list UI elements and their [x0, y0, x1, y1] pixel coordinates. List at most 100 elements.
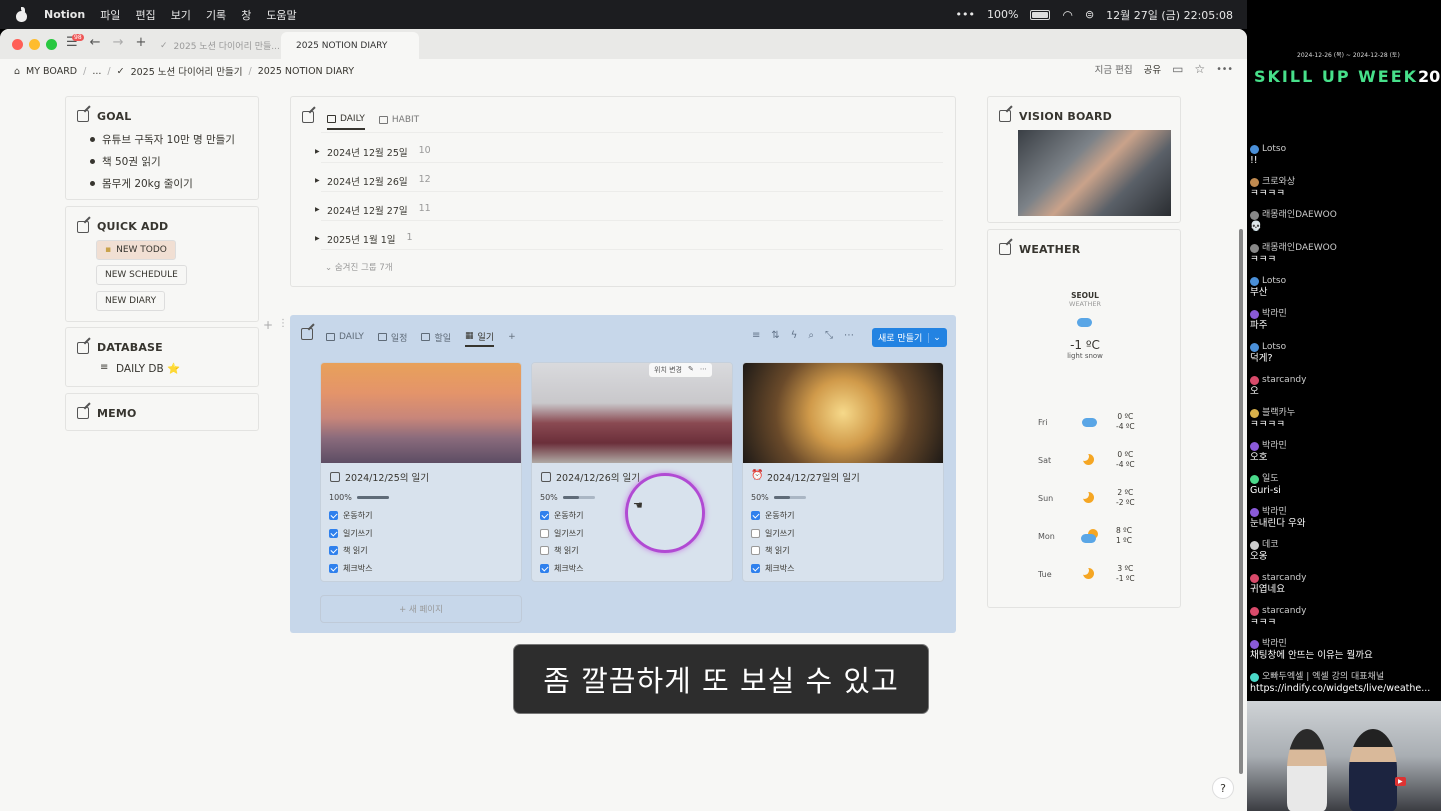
checkbox[interactable] — [540, 564, 549, 573]
checkbox-item[interactable]: 일기쓰기 — [329, 528, 372, 539]
tab-todo[interactable]: 할일 — [421, 327, 451, 347]
checkbox[interactable] — [540, 511, 549, 520]
chat-username[interactable]: 박라민 — [1262, 638, 1287, 650]
new-page-button[interactable]: + 새 페이지 — [320, 595, 522, 623]
checkbox[interactable] — [329, 546, 338, 555]
add-view-button[interactable]: + — [508, 332, 516, 342]
chevron-down-icon[interactable]: ⌄ — [928, 332, 941, 343]
minimize-window-button[interactable] — [29, 39, 40, 50]
menu-help[interactable]: 도움말 — [266, 7, 296, 23]
menu-view[interactable]: 보기 — [171, 7, 191, 23]
tab-diary[interactable]: ▦ 일기 — [465, 327, 495, 347]
menu-window[interactable]: 창 — [241, 7, 251, 23]
checkbox-item[interactable]: 일기쓰기 — [540, 528, 583, 539]
chat-username[interactable]: starcandy — [1262, 374, 1306, 386]
checkbox[interactable] — [329, 564, 338, 573]
checkbox-item[interactable]: 운동하기 — [751, 510, 794, 521]
new-diary-button[interactable]: NEW DIARY — [96, 291, 166, 311]
forward-arrow-icon[interactable]: → — [113, 35, 124, 50]
tab-schedule[interactable]: 일정 — [377, 327, 407, 347]
chat-username[interactable]: 래몽래인DAEWOO — [1262, 242, 1337, 254]
group-row[interactable]: 2025년 1월 1일 1 — [315, 232, 413, 246]
expand-icon[interactable]: ⤡ — [825, 330, 833, 341]
more-icon[interactable]: ⋯ — [844, 330, 854, 341]
chat-username[interactable]: 래몽래인DAEWOO — [1262, 209, 1337, 221]
scrollbar[interactable] — [1239, 229, 1243, 774]
breadcrumb-current[interactable]: 2025 NOTION DIARY — [258, 66, 354, 77]
checkbox[interactable] — [751, 529, 760, 538]
menu-history[interactable]: 기록 — [206, 7, 226, 23]
more-menu-icon[interactable]: ••• — [956, 8, 975, 21]
checkbox-item[interactable]: 체크박스 — [540, 563, 583, 574]
checkbox-item[interactable]: 운동하기 — [540, 510, 583, 521]
new-todo-button[interactable]: ▪ NEW TODO — [96, 240, 176, 260]
chat-username[interactable]: 박라민 — [1262, 440, 1287, 452]
checkbox-item[interactable]: 일기쓰기 — [751, 528, 794, 539]
clock[interactable]: 12월 27일 (금) 22:05:08 — [1106, 7, 1233, 23]
checkbox[interactable] — [540, 546, 549, 555]
goal-item[interactable]: 몸무게 20kg 줄이기 — [90, 176, 193, 191]
apple-icon[interactable] — [15, 6, 29, 22]
chat-username[interactable]: 박라민 — [1262, 506, 1287, 518]
tab-daily[interactable]: DAILY — [327, 110, 365, 130]
more-icon[interactable]: ⋯ — [700, 365, 707, 375]
checkbox[interactable] — [751, 511, 760, 520]
add-block-icon[interactable]: + — [263, 318, 273, 332]
comment-icon[interactable]: ▭ — [1172, 62, 1183, 76]
tab-diary-guide[interactable]: ✓ 2025 노션 다이어리 만들... — [145, 32, 295, 59]
share-button[interactable]: 공유 — [1144, 62, 1161, 76]
menu-edit[interactable]: 편집 — [135, 7, 155, 23]
checkbox[interactable] — [751, 564, 760, 573]
star-icon[interactable]: ☆ — [1194, 62, 1205, 76]
group-row[interactable]: 2024년 12월 27일 11 — [315, 203, 431, 217]
move-button[interactable]: 위치 변경 — [654, 365, 682, 375]
sort-icon[interactable]: ⇅ — [771, 330, 779, 341]
checkbox-item[interactable]: 체크박스 — [751, 563, 794, 574]
help-icon[interactable]: ? — [1212, 777, 1234, 799]
breadcrumb-board[interactable]: MY BOARD — [26, 66, 77, 77]
chat-username[interactable]: Lotso — [1262, 275, 1286, 287]
checkbox[interactable] — [329, 529, 338, 538]
checkbox[interactable] — [540, 529, 549, 538]
goal-item[interactable]: 유튜브 구독자 10만 명 만들기 — [90, 132, 235, 147]
control-center-icon[interactable]: ⊜ — [1085, 8, 1094, 21]
group-row[interactable]: 2024년 12월 26일 12 — [315, 174, 431, 188]
checkbox-item[interactable]: 책 읽기 — [751, 545, 790, 556]
chat-username[interactable]: Lotso — [1262, 341, 1286, 353]
tab-daily[interactable]: DAILY — [326, 327, 364, 347]
more-icon[interactable]: ••• — [1216, 64, 1233, 75]
tab-habit[interactable]: HABIT — [378, 110, 419, 130]
breadcrumb-ellipsis[interactable]: ... — [92, 66, 101, 77]
daily-db-link[interactable]: DAILY DB ⭐ — [116, 362, 180, 375]
chat-username[interactable]: 블랙카누 — [1262, 407, 1295, 419]
gallery-card[interactable]: ⏰ 2024/12/27일의 일기 50% 운동하기 일기쓰기 책 읽기 체크박… — [742, 362, 944, 582]
hidden-groups-toggle[interactable]: ⌄ 숨겨진 그룹 7개 — [325, 261, 393, 273]
battery-icon[interactable] — [1030, 9, 1051, 20]
checkbox[interactable] — [329, 511, 338, 520]
chat-username[interactable]: starcandy — [1262, 572, 1306, 584]
checkbox[interactable] — [751, 546, 760, 555]
filter-icon[interactable]: ≡ — [752, 330, 760, 341]
search-icon[interactable]: ⌕ — [808, 330, 814, 341]
checkbox-item[interactable]: 책 읽기 — [540, 545, 579, 556]
zoom-window-button[interactable] — [46, 39, 57, 50]
new-button[interactable]: 새로 만들기 ⌄ — [872, 328, 947, 347]
checkbox-item[interactable]: 운동하기 — [329, 510, 372, 521]
checkbox-item[interactable]: 체크박스 — [329, 563, 372, 574]
edit-pencil-icon[interactable]: ✎ — [688, 365, 694, 375]
chat-username[interactable]: 일도 — [1262, 473, 1279, 485]
breadcrumb-parent[interactable]: 2025 노션 다이어리 만들기 — [131, 64, 243, 78]
new-schedule-button[interactable]: NEW SCHEDULE — [96, 265, 187, 285]
automation-icon[interactable]: ϟ — [791, 330, 798, 341]
menu-app-name[interactable]: Notion — [44, 8, 85, 21]
vision-board-image[interactable] — [1018, 130, 1171, 216]
goal-item[interactable]: 책 50권 읽기 — [90, 154, 161, 169]
checkbox-item[interactable]: 책 읽기 — [329, 545, 368, 556]
close-window-button[interactable] — [12, 39, 23, 50]
wifi-icon[interactable]: ◠ — [1062, 8, 1072, 22]
chat-username[interactable]: 박라민 — [1262, 308, 1287, 320]
chat-username[interactable]: starcandy — [1262, 605, 1306, 617]
back-arrow-icon[interactable]: ← — [90, 35, 101, 50]
tab-notion-diary[interactable]: 2025 NOTION DIARY — [281, 32, 419, 59]
gallery-card[interactable]: 2024/12/25의 일기 100% 운동하기 일기쓰기 책 읽기 체크박스 — [320, 362, 522, 582]
